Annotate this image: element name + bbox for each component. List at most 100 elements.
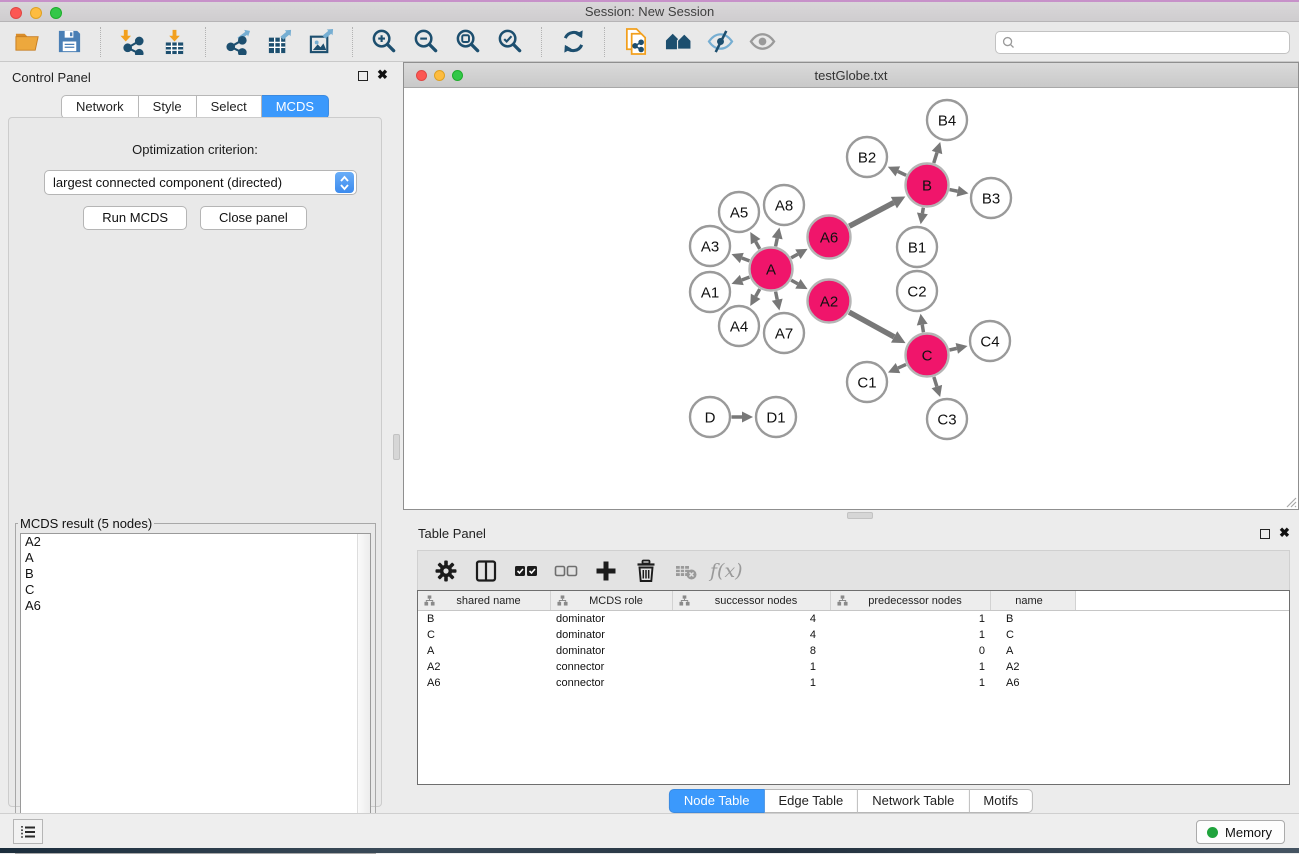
open-file-button[interactable] (6, 24, 48, 60)
tab-style[interactable]: Style (139, 95, 197, 119)
add-column-button[interactable] (586, 554, 626, 588)
graph-node-A[interactable]: A (750, 248, 793, 291)
select-all-button[interactable] (506, 554, 546, 588)
graph-edge-D-D1[interactable] (732, 412, 754, 423)
vertical-splitter[interactable] (390, 62, 403, 813)
graph-node-B4[interactable]: B4 (927, 100, 967, 140)
horizontal-splitter[interactable] (403, 510, 1299, 520)
graph-node-C3[interactable]: C3 (927, 399, 967, 439)
first-neighbors-button[interactable] (657, 24, 699, 60)
graph-edge-C-C1[interactable] (888, 363, 906, 373)
deselect-all-button[interactable] (546, 554, 586, 588)
tab-network-table[interactable]: Network Table (858, 789, 969, 813)
table-settings-button[interactable] (426, 554, 466, 588)
graph-node-A4[interactable]: A4 (719, 306, 759, 346)
import-network-button[interactable] (111, 24, 153, 60)
graph-node-B1[interactable]: B1 (897, 227, 937, 267)
graph-node-A7[interactable]: A7 (764, 313, 804, 353)
graph-node-B3[interactable]: B3 (971, 178, 1011, 218)
graph-node-C1[interactable]: C1 (847, 362, 887, 402)
graph-edge-A-A8[interactable] (772, 228, 783, 247)
zoom-in-button[interactable] (363, 24, 405, 60)
graph-edge-B-B1[interactable] (917, 208, 928, 225)
tab-edge-table[interactable]: Edge Table (764, 789, 858, 813)
column-header-MCDS-role[interactable]: MCDS role (551, 591, 673, 610)
function-builder-button[interactable]: f(x) (706, 560, 743, 582)
graph-edge-C-C3[interactable] (932, 377, 942, 397)
column-header-successor-nodes[interactable]: successor nodes (673, 591, 831, 610)
graph-edge-A-A7[interactable] (772, 292, 783, 311)
graph-node-B[interactable]: B (906, 164, 949, 207)
refresh-layout-button[interactable] (552, 24, 594, 60)
memory-button[interactable]: Memory (1196, 820, 1285, 844)
float-panel-icon[interactable] (358, 71, 368, 81)
graph-node-B2[interactable]: B2 (847, 137, 887, 177)
close-panel-icon[interactable]: ✖ (377, 68, 388, 82)
splitter-grip[interactable] (393, 434, 400, 460)
export-image-button[interactable] (300, 24, 342, 60)
graph-edge-A-A1[interactable] (732, 275, 750, 285)
graph-edge-A2-C[interactable] (849, 312, 905, 343)
graph-edge-A-A5[interactable] (750, 232, 760, 249)
graph-node-A3[interactable]: A3 (690, 226, 730, 266)
new-network-from-selection-button[interactable] (615, 24, 657, 60)
split-view-button[interactable] (466, 554, 506, 588)
export-network-button[interactable] (216, 24, 258, 60)
zoom-out-button[interactable] (405, 24, 447, 60)
graph-edge-B-B2[interactable] (888, 166, 906, 176)
result-item[interactable]: C (21, 582, 370, 598)
graph-node-C4[interactable]: C4 (970, 321, 1010, 361)
delete-column-button[interactable] (626, 554, 666, 588)
graph-node-C2[interactable]: C2 (897, 271, 937, 311)
delete-table-button[interactable] (666, 554, 706, 588)
criterion-dropdown[interactable]: largest connected component (directed) (44, 170, 357, 195)
graph-node-A5[interactable]: A5 (719, 192, 759, 232)
hide-selected-button[interactable] (699, 24, 741, 60)
export-table-button[interactable] (258, 24, 300, 60)
tab-network[interactable]: Network (61, 95, 139, 119)
column-header-shared-name[interactable]: shared name (418, 591, 551, 610)
search-field[interactable] (995, 31, 1290, 54)
network-canvas[interactable]: B4B2BB3A8A5A6A3B1AC2A1A2A4A7C4CC1DD1C3 (404, 88, 1298, 509)
result-item[interactable]: B (21, 566, 370, 582)
graph-node-D[interactable]: D (690, 397, 730, 437)
close-panel-icon[interactable]: ✖ (1279, 526, 1290, 540)
table-row[interactable]: Bdominator41B (418, 611, 1289, 627)
zoom-fit-button[interactable] (447, 24, 489, 60)
result-item[interactable]: A (21, 550, 370, 566)
graph-edge-B-B3[interactable] (950, 186, 969, 197)
result-scrollbar[interactable] (357, 534, 370, 846)
run-mcds-button[interactable]: Run MCDS (83, 206, 187, 230)
resize-grip-icon[interactable] (1283, 494, 1297, 508)
show-panels-button[interactable] (13, 819, 43, 844)
show-all-button[interactable] (741, 24, 783, 60)
zoom-selected-button[interactable] (489, 24, 531, 60)
float-panel-icon[interactable] (1260, 529, 1270, 539)
graph-edge-A-A4[interactable] (750, 289, 760, 306)
column-header-predecessor-nodes[interactable]: predecessor nodes (831, 591, 991, 610)
tab-mcds[interactable]: MCDS (262, 95, 329, 119)
tab-node-table[interactable]: Node Table (669, 789, 765, 813)
result-item[interactable]: A6 (21, 598, 370, 614)
column-header-name[interactable]: name (991, 591, 1076, 610)
close-panel-button[interactable]: Close panel (200, 206, 307, 230)
graph-edge-A-A3[interactable] (732, 253, 750, 263)
save-session-button[interactable] (48, 24, 90, 60)
graph-node-C[interactable]: C (906, 334, 949, 377)
graph-node-A2[interactable]: A2 (808, 280, 851, 323)
table-row[interactable]: A6connector11A6 (418, 675, 1289, 691)
result-item[interactable]: A2 (21, 534, 370, 550)
tab-select[interactable]: Select (197, 95, 262, 119)
graph-edge-A6-B[interactable] (849, 196, 905, 226)
graph-node-A8[interactable]: A8 (764, 185, 804, 225)
table-row[interactable]: A2connector11A2 (418, 659, 1289, 675)
table-row[interactable]: Adominator80A (418, 643, 1289, 659)
graph-edge-A-A6[interactable] (791, 249, 807, 259)
graph-edge-C-C2[interactable] (917, 314, 928, 333)
graph-edge-B-B4[interactable] (932, 142, 943, 163)
table-row[interactable]: Cdominator41C (418, 627, 1289, 643)
graph-node-A1[interactable]: A1 (690, 272, 730, 312)
tab-motifs[interactable]: Motifs (969, 789, 1033, 813)
splitter-grip[interactable] (847, 512, 873, 519)
search-input[interactable] (1015, 34, 1289, 52)
